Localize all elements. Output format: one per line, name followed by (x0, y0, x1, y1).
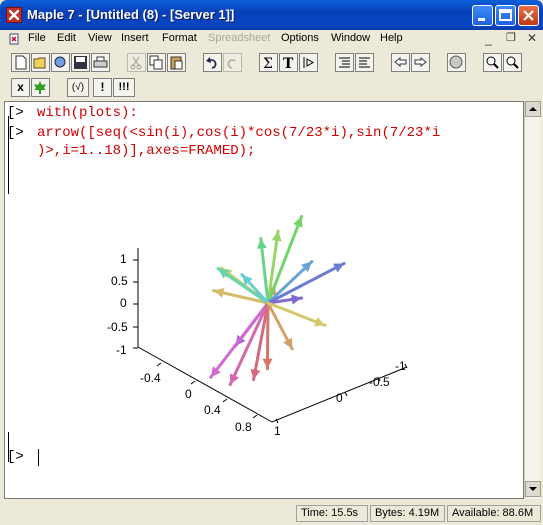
y-tick-label: 0 (336, 391, 343, 405)
z-tick-label: 0.5 (111, 274, 128, 288)
maximize-button[interactable] (495, 5, 516, 26)
context-toolbar: x (√) ! !!! (3, 76, 540, 100)
arrow-head (213, 287, 225, 298)
zoom-out-button[interactable] (503, 53, 522, 72)
open-url-button[interactable] (51, 53, 70, 72)
y-tick-label: -1 (395, 359, 406, 373)
bytes-status: Bytes: 4.19M (370, 505, 445, 522)
open-button[interactable] (31, 53, 50, 72)
empty-prompt: [> (7, 449, 24, 465)
back-button[interactable] (391, 53, 410, 72)
window-title: Maple 7 - [Untitled (8) - [Server 1]] (27, 7, 235, 22)
execute-button[interactable]: ! (93, 78, 112, 97)
available-status: Available: 88.6M (447, 505, 541, 522)
undo-button[interactable] (203, 53, 222, 72)
time-status: Time: 15.5s (296, 505, 368, 522)
menu-insert[interactable]: Insert (121, 32, 149, 44)
close-button[interactable] (518, 5, 539, 26)
z-tick-label: 0 (120, 296, 127, 310)
x-tick-label: 0 (185, 387, 192, 401)
save-button[interactable] (71, 53, 90, 72)
arrow-head (262, 358, 273, 369)
mdi-close-icon[interactable]: ✕ (527, 31, 537, 45)
menu-help[interactable]: Help (380, 32, 403, 44)
arrow-head (250, 368, 261, 380)
menu-format[interactable]: Format (162, 32, 197, 44)
x-button[interactable]: x (11, 78, 30, 97)
evaluate-button[interactable]: (√) (67, 78, 89, 97)
status-bar: Time: 15.5s Bytes: 4.19M Available: 88.6… (0, 502, 543, 525)
title-bar: Maple 7 - [Untitled (8) - [Server 1]] (0, 0, 543, 30)
cut-button[interactable] (127, 53, 146, 72)
svg-text:Σ: Σ (263, 56, 273, 70)
svg-text:T: T (283, 56, 294, 70)
redo-button[interactable] (223, 53, 242, 72)
text-cursor (38, 449, 39, 466)
zoom-in-button[interactable] (483, 53, 502, 72)
stop-button[interactable] (447, 53, 466, 72)
maple-leaf-button[interactable] (31, 78, 50, 97)
arrow-field (209, 214, 346, 387)
forward-button[interactable] (411, 53, 430, 72)
insert-prompt-button[interactable] (299, 53, 318, 72)
maple-app-icon[interactable] (6, 7, 22, 23)
menu-spreadsheet[interactable]: Spreadsheet (208, 32, 270, 44)
minimize-button[interactable] (472, 5, 493, 26)
x-tick-label: 0.8 (235, 420, 252, 434)
z-tick-label: -0.5 (107, 320, 128, 334)
mdi-minimize-icon[interactable]: _ (485, 32, 492, 46)
menu-file[interactable]: File (28, 32, 46, 44)
scroll-down-arrow[interactable] (525, 481, 541, 497)
document-icon[interactable] (7, 32, 21, 46)
text-input-button[interactable]: T (279, 53, 298, 72)
y-tick-label: 1 (274, 424, 281, 438)
worksheet[interactable]: [> with(plots): [> arrow([seq(<sin(i),co… (4, 101, 524, 499)
new-document-button[interactable] (11, 53, 30, 72)
menu-bar: File Edit View Insert Format Spreadsheet… (0, 30, 543, 48)
outdent-button[interactable] (335, 53, 354, 72)
indent-button[interactable] (355, 53, 374, 72)
execution-group-bracket (8, 432, 9, 462)
paste-button[interactable] (167, 53, 186, 72)
menu-view[interactable]: View (88, 32, 112, 44)
main-toolbar: Σ T (3, 51, 540, 75)
z-tick-label: -1 (116, 343, 127, 357)
x-tick-label: 0.4 (204, 403, 221, 417)
z-tick-label: 1 (120, 252, 127, 266)
print-button[interactable] (91, 53, 110, 72)
x-tick-label: -0.4 (140, 371, 161, 385)
copy-button[interactable] (147, 53, 166, 72)
y-tick-label: -0.5 (369, 375, 390, 389)
menu-window[interactable]: Window (331, 32, 370, 44)
menu-options[interactable]: Options (281, 32, 319, 44)
execute-all-button[interactable]: !!! (113, 78, 135, 97)
scroll-up-arrow[interactable] (525, 101, 541, 117)
menu-edit[interactable]: Edit (57, 32, 76, 44)
math-input-button[interactable]: Σ (259, 53, 278, 72)
mdi-restore-icon[interactable]: ❐ (506, 31, 516, 44)
vertical-scrollbar[interactable] (524, 101, 541, 499)
arrow-3d-plot[interactable]: 1 0.5 0 -0.5 -1 -0.4 0 0.4 0.8 1 0 -0.5 … (5, 102, 524, 499)
